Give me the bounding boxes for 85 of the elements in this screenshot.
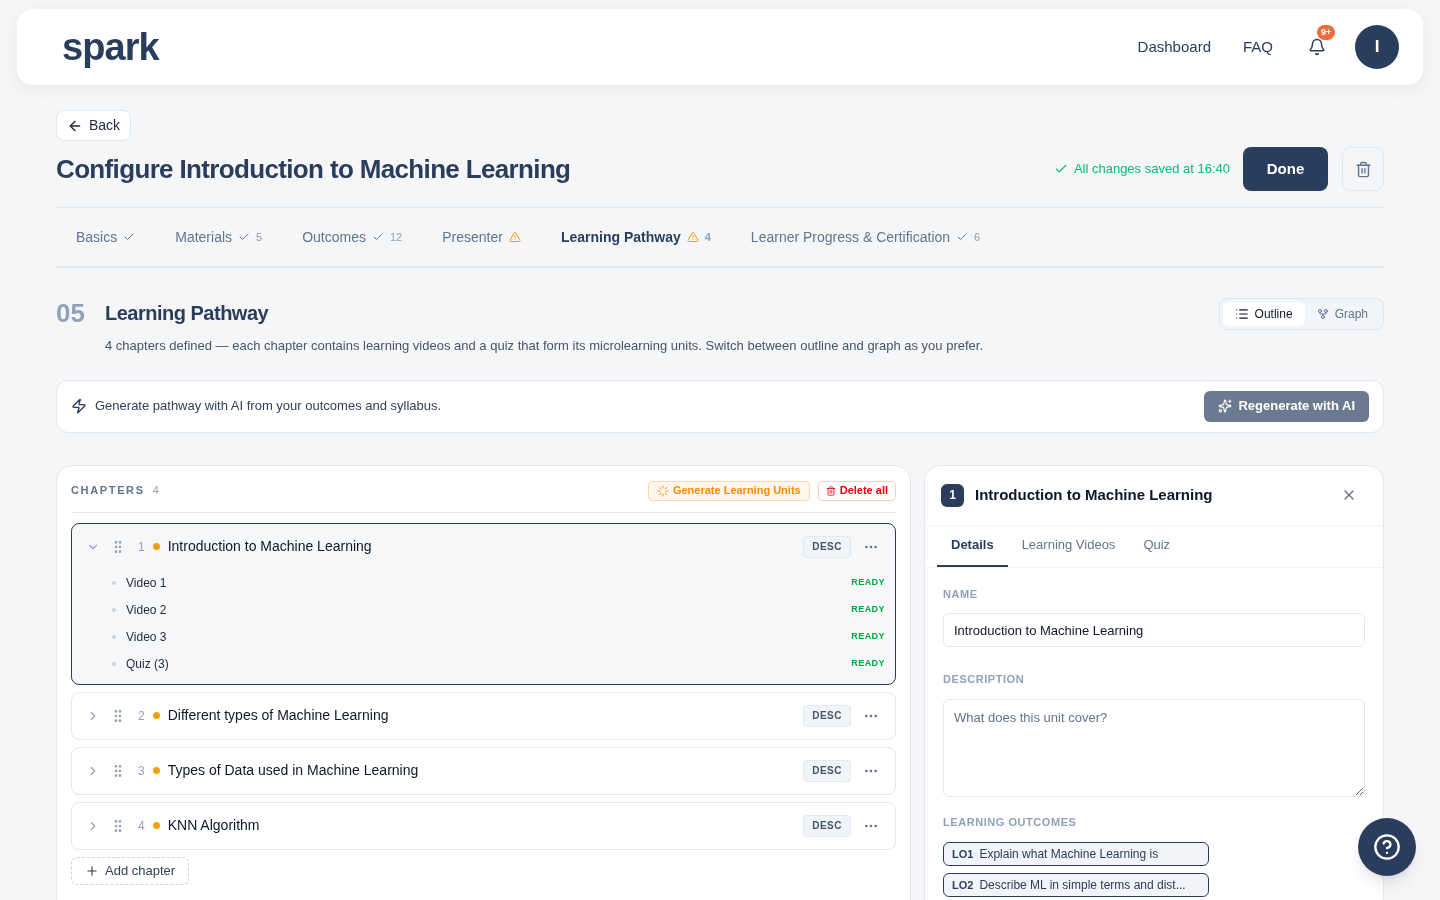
chapter-card[interactable]: 4 KNN Algorithm DESC — [71, 801, 896, 850]
chapter-number: 4 — [138, 817, 145, 835]
nav-link[interactable]: Dashboard — [1137, 35, 1211, 59]
unit-status: READY — [851, 657, 885, 671]
detail-title: Introduction to Machine Learning — [975, 484, 1213, 505]
step-tab[interactable]: Learner Progress & Certification 6 — [750, 208, 981, 266]
unit-status: READY — [851, 603, 885, 617]
bullet-icon — [112, 635, 116, 639]
unit-label: Video 3 — [126, 629, 167, 646]
section-number: 05 — [56, 298, 86, 328]
bullet-icon — [112, 608, 116, 612]
outcome-chip[interactable]: LO2 Describe ML in simple terms and dist... — [943, 873, 1209, 897]
warning-icon — [508, 231, 521, 243]
name-field[interactable]: Introduction to Machine Learning — [943, 613, 1365, 647]
save-status: All changes saved at 16:40 — [1073, 160, 1230, 179]
chapter-title: Types of Data used in Machine Learning — [167, 761, 419, 780]
chapter-number: 1 — [138, 538, 145, 556]
logo[interactable]: spark — [62, 28, 159, 66]
regenerate-button[interactable]: Regenerate with AI — [1204, 390, 1369, 422]
desc-tag[interactable]: DESC — [803, 759, 851, 782]
check-icon — [956, 231, 969, 243]
back-button[interactable]: Back — [56, 110, 132, 141]
chapter-title: Introduction to Machine Learning — [167, 537, 372, 556]
unit-label: Video 2 — [126, 602, 167, 619]
chapter-number: 3 — [138, 762, 145, 780]
step-tab[interactable]: Basics — [76, 208, 136, 266]
step-tab[interactable]: Presenter — [442, 208, 521, 266]
detail-tab[interactable]: Learning Videos — [1007, 525, 1130, 567]
field-label: NAME — [943, 586, 979, 602]
bell-icon — [1308, 38, 1326, 56]
delete-all-button[interactable]: Delete all — [817, 480, 896, 501]
detail-tab[interactable]: Quiz — [1129, 525, 1185, 567]
step-tab[interactable]: Materials 5 — [175, 208, 263, 266]
add-chapter-button[interactable]: Add chapter — [71, 856, 190, 885]
ai-banner-text: Generate pathway with AI from your outcomes and syllabus. — [95, 397, 442, 416]
detail-tab[interactable]: Details — [937, 525, 1008, 567]
desc-tag[interactable]: DESC — [803, 704, 851, 727]
check-icon — [123, 231, 136, 243]
chapter-card[interactable]: 3 Types of Data used in Machine Learning DESC — [71, 746, 896, 795]
step-tab[interactable]: Learning Pathway 4 — [560, 208, 711, 266]
field-label: DESCRIPTION — [943, 672, 1026, 687]
desc-tag[interactable]: DESC — [803, 814, 851, 837]
chapter-title: Different types of Machine Learning — [167, 706, 389, 725]
chapter-card[interactable]: 2 Different types of Machine Learning DESC — [71, 691, 896, 740]
sparkle-icon — [1218, 399, 1233, 413]
field-label: LEARNING OUTCOMES — [943, 814, 1078, 830]
warning-icon — [686, 231, 699, 243]
spinner-icon — [656, 484, 669, 497]
trash-icon — [1354, 160, 1372, 178]
check-icon — [1053, 162, 1068, 176]
list-icon — [1234, 307, 1249, 321]
section-title: Learning Pathway — [105, 301, 270, 326]
chapter-number: 2 — [138, 707, 145, 725]
trash-icon — [825, 485, 836, 496]
check-icon — [238, 231, 251, 243]
section-description: 4 chapters defined — each chapter contains learning videos and a quiz that form its microlearning units. Switch between outline and graph as you prefer. — [105, 337, 984, 355]
nav-link[interactable]: FAQ — [1243, 35, 1273, 59]
page-title: Configure Introduction to Machine Learning — [56, 152, 571, 186]
help-icon — [1373, 833, 1401, 861]
view-option[interactable]: Graph — [1304, 302, 1380, 326]
unit-label: Quiz (3) — [126, 656, 169, 673]
chapter-title: KNN Algorithm — [167, 816, 260, 835]
panel-heading: CHAPTERS — [71, 483, 145, 499]
view-option[interactable]: Outline — [1222, 302, 1305, 326]
chapter-badge: 1 — [941, 483, 964, 507]
unit-label: Video 1 — [126, 575, 167, 592]
unit-status: READY — [851, 576, 885, 590]
chapter-count: 4 — [152, 483, 159, 499]
lightning-icon — [71, 398, 87, 414]
outcome-chip[interactable]: LO1 Explain what Machine Learning is — [943, 842, 1209, 866]
notification-badge: 9+ — [1317, 25, 1336, 40]
bullet-icon — [112, 662, 116, 666]
delete-button[interactable] — [1342, 147, 1384, 191]
help-button[interactable] — [1358, 818, 1416, 876]
avatar[interactable]: I — [1355, 25, 1399, 69]
done-button[interactable]: Done — [1243, 147, 1328, 191]
unit-status: READY — [851, 630, 885, 644]
check-icon — [371, 231, 384, 243]
step-tab[interactable]: Outcomes 12 — [302, 208, 403, 266]
branch-icon — [1316, 308, 1329, 320]
desc-tag[interactable]: DESC — [803, 535, 851, 558]
bullet-icon — [112, 581, 116, 585]
chapter-card[interactable]: 1 Introduction to Machine Learning DESC Video 1 READY Video 2 READY Video 3 READY Quiz (3) READY — [71, 522, 896, 685]
description-field[interactable]: What does this unit cover? — [943, 698, 1365, 797]
plus-icon — [85, 863, 99, 878]
